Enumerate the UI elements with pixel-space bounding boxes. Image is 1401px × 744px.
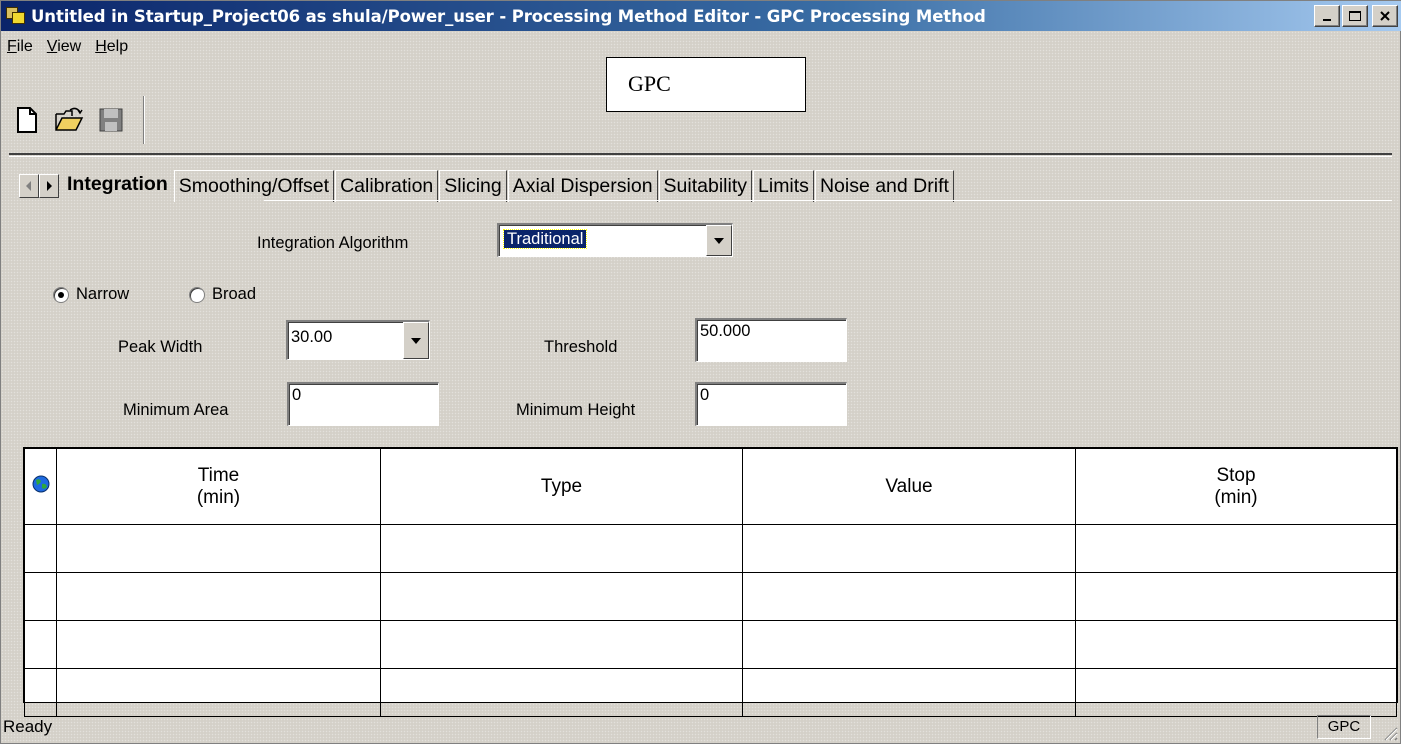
peak-width-label: Peak Width bbox=[118, 338, 203, 356]
menu-file[interactable]: File bbox=[1, 35, 40, 59]
integration-algorithm-label: Integration Algorithm bbox=[257, 234, 409, 252]
minimum-height-label: Minimum Height bbox=[516, 401, 636, 419]
row-selector[interactable] bbox=[24, 524, 57, 573]
menu-view[interactable]: View bbox=[40, 35, 88, 59]
table-row bbox=[24, 620, 1397, 669]
table-cell[interactable] bbox=[380, 572, 743, 621]
chevron-down-icon bbox=[714, 237, 724, 244]
column-header-stop[interactable]: Stop (min) bbox=[1075, 448, 1397, 525]
tab-slicing[interactable]: Slicing bbox=[439, 170, 507, 202]
table-cell[interactable] bbox=[1075, 572, 1397, 621]
peak-width-select[interactable]: 30.00 bbox=[286, 320, 430, 360]
save-button[interactable] bbox=[93, 102, 129, 138]
arrow-right-icon bbox=[47, 181, 52, 191]
new-button[interactable] bbox=[9, 102, 45, 138]
row-selector[interactable] bbox=[24, 620, 57, 669]
table-cell[interactable] bbox=[56, 524, 381, 573]
threshold-input[interactable]: 50.000 bbox=[695, 318, 847, 362]
events-table: Time (min) Type Value Stop (min) bbox=[23, 447, 1398, 717]
tab-panel-border bbox=[264, 200, 1392, 201]
close-icon bbox=[1380, 11, 1390, 21]
table-cell[interactable] bbox=[742, 524, 1076, 573]
integration-algorithm-value: Traditional bbox=[502, 229, 588, 249]
algorithm-dropdown-button[interactable] bbox=[706, 225, 732, 256]
gpc-annotation: GPC bbox=[606, 57, 806, 112]
table-cell[interactable] bbox=[380, 620, 743, 669]
toolbar bbox=[9, 93, 145, 147]
row-selector[interactable] bbox=[24, 572, 57, 621]
tab-limits[interactable]: Limits bbox=[753, 170, 814, 202]
chevron-down-icon bbox=[411, 337, 421, 344]
column-header-time-line2: (min) bbox=[196, 486, 241, 508]
maximize-icon bbox=[1349, 11, 1361, 21]
table-cell[interactable] bbox=[380, 524, 743, 573]
column-header-time[interactable]: Time (min) bbox=[56, 448, 381, 525]
app-icon bbox=[6, 7, 26, 25]
table-cell[interactable] bbox=[56, 572, 381, 621]
column-header-value-line1: Value bbox=[885, 475, 933, 497]
tab-calibration[interactable]: Calibration bbox=[335, 170, 439, 202]
tab-noise-and-drift[interactable]: Noise and Drift bbox=[814, 170, 954, 202]
maximize-button[interactable] bbox=[1342, 5, 1368, 27]
tab-scroll-right-button[interactable] bbox=[39, 174, 59, 198]
tab-scroll-left-button[interactable] bbox=[19, 174, 39, 198]
new-document-icon bbox=[17, 107, 37, 133]
status-text: Ready bbox=[3, 717, 53, 736]
resize-grip-icon[interactable] bbox=[1382, 725, 1398, 741]
arrow-left-icon bbox=[26, 181, 31, 191]
tab-strip: Integration Smoothing/Offset Calibration… bbox=[19, 166, 954, 202]
tab-smoothing-offset[interactable]: Smoothing/Offset bbox=[173, 170, 335, 202]
toolbar-separator bbox=[143, 96, 145, 144]
divider bbox=[9, 153, 1392, 157]
minimum-area-label: Minimum Area bbox=[123, 401, 229, 419]
table-header-row: Time (min) Type Value Stop (min) bbox=[24, 448, 1397, 525]
table-cell[interactable] bbox=[742, 572, 1076, 621]
title-bar[interactable]: Untitled in Startup_Project06 as shula/P… bbox=[1, 1, 1401, 31]
broad-radio[interactable]: Broad bbox=[189, 285, 256, 304]
window-title: Untitled in Startup_Project06 as shula/P… bbox=[31, 6, 986, 26]
tab-axial-dispersion[interactable]: Axial Dispersion bbox=[507, 170, 658, 202]
table-cell[interactable] bbox=[56, 620, 381, 669]
threshold-label: Threshold bbox=[544, 338, 618, 356]
tab-suitability[interactable]: Suitability bbox=[658, 170, 753, 202]
save-icon bbox=[99, 108, 123, 132]
peak-width-value: 30.00 bbox=[291, 328, 333, 346]
close-button[interactable] bbox=[1372, 5, 1398, 27]
column-header-type-line1: Type bbox=[540, 475, 583, 497]
column-header-type[interactable]: Type bbox=[380, 448, 743, 525]
tab-integration[interactable]: Integration bbox=[62, 166, 173, 202]
status-bar: Ready GPC bbox=[1, 709, 1401, 744]
globe-icon bbox=[32, 475, 49, 492]
table-cell[interactable] bbox=[1075, 620, 1397, 669]
broad-radio-indicator bbox=[189, 286, 205, 303]
narrow-radio-indicator bbox=[53, 286, 69, 303]
status-pane-gpc: GPC bbox=[1317, 715, 1371, 739]
column-header-stop-line1: Stop bbox=[1216, 464, 1256, 486]
open-folder-icon bbox=[55, 107, 84, 131]
menu-help[interactable]: Help bbox=[88, 35, 135, 59]
menu-bar: File View Help bbox=[1, 35, 135, 59]
column-header-time-line1: Time bbox=[197, 464, 240, 486]
table-corner-cell[interactable] bbox=[24, 448, 57, 525]
column-header-stop-line2: (min) bbox=[1214, 486, 1258, 508]
minimize-button[interactable] bbox=[1314, 5, 1340, 27]
table-cell[interactable] bbox=[1075, 524, 1397, 573]
minimum-height-input[interactable]: 0 bbox=[695, 382, 847, 426]
peak-width-dropdown-button[interactable] bbox=[403, 322, 429, 359]
table-row bbox=[24, 572, 1397, 621]
broad-radio-label: Broad bbox=[212, 285, 257, 303]
table-cell[interactable] bbox=[742, 620, 1076, 669]
narrow-radio[interactable]: Narrow bbox=[53, 285, 129, 304]
open-button[interactable] bbox=[51, 102, 87, 138]
narrow-radio-label: Narrow bbox=[76, 285, 130, 303]
main-window: Untitled in Startup_Project06 as shula/P… bbox=[0, 0, 1401, 744]
minimum-area-input[interactable]: 0 bbox=[287, 382, 439, 426]
table-row bbox=[24, 524, 1397, 573]
minimize-icon bbox=[1323, 19, 1331, 21]
column-header-value[interactable]: Value bbox=[742, 448, 1076, 525]
integration-algorithm-select[interactable]: Traditional bbox=[497, 223, 733, 257]
